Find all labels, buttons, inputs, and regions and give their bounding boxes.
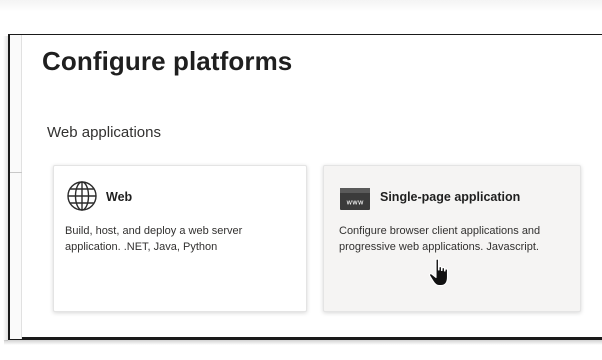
- panel-bottom-shadow: [4, 340, 602, 345]
- globe-icon: [66, 180, 98, 217]
- background-shade: [0, 0, 602, 12]
- platform-card-single-page-application[interactable]: www Single-page application Configure br…: [323, 165, 581, 312]
- section-label-web-applications: Web applications: [47, 124, 161, 141]
- platform-card-description: Build, host, and deploy a web server app…: [65, 225, 243, 253]
- screenshot-canvas: Configure platforms Web applications Web…: [0, 0, 602, 360]
- platform-card-title: Single-page application: [380, 190, 521, 204]
- www-browser-icon: www: [340, 188, 370, 215]
- platform-card-title: Web: [106, 190, 133, 204]
- panel-title: Configure platforms: [42, 46, 293, 76]
- underlying-blade-edge: [10, 35, 22, 339]
- www-label: www: [346, 199, 363, 207]
- platform-card-description: Configure browser client applications an…: [339, 225, 541, 253]
- platform-card-web[interactable]: Web Build, host, and deploy a web server…: [53, 165, 307, 312]
- blade-divider: [10, 172, 22, 173]
- hand-pointer-cursor-icon: [428, 258, 452, 293]
